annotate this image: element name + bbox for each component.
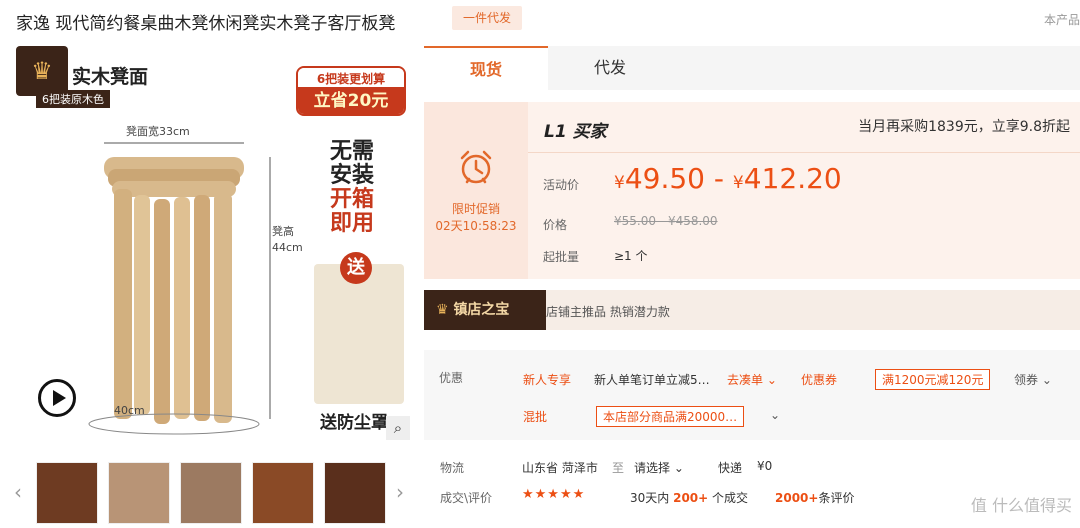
review-number: 2000+ [775, 491, 819, 505]
new-user-offer: 新人单笔订单立减5… [594, 373, 710, 387]
get-coupon-text: 领券 [1014, 373, 1039, 387]
tab-dropship[interactable]: 代发 [548, 46, 672, 90]
countdown-time: 02天10:58:23 [435, 219, 517, 233]
thumbnail[interactable] [108, 462, 170, 524]
watermark: 值 什么值得买 [970, 496, 1072, 515]
shipping-to: 至 [612, 461, 625, 475]
crown-icon: ♛ [436, 302, 454, 318]
product-title: 家逸 现代简约餐桌曲木凳休闲凳实木凳子客厅板凳 [16, 14, 396, 34]
price-panel: 限时促销 02天10:58:23 L1 买家 当月再采购1839元，立享9.8折… [424, 102, 1080, 279]
alarm-clock-icon [460, 150, 492, 184]
get-coupon-button[interactable]: 领券 ⌄ [1014, 371, 1052, 388]
stock-tabs: 现货 代发 [424, 46, 1080, 90]
image-subtitle: 6把装原木色 [36, 90, 110, 108]
activity-price: ¥49.50 - ¥412.20 [614, 162, 842, 195]
thumbnail[interactable] [252, 462, 314, 524]
header-right-text: 本产品 [1043, 13, 1080, 27]
thumbnail-strip: ‹ › [14, 460, 414, 524]
chevron-down-icon[interactable]: ⌄ [770, 408, 780, 422]
shipping-method: 快递 [718, 461, 743, 475]
offer-label: 优惠 [439, 371, 464, 385]
gift-label: 送防尘罩 [320, 413, 388, 433]
star-rating-icon: ★★★★★ [522, 487, 586, 502]
buyer-level: L1 买家 [544, 122, 607, 142]
bundle-link[interactable]: 去凑单 ⌄ [727, 371, 777, 388]
dust-cover-image [314, 264, 404, 404]
offer-panel: 优惠 新人专享 新人单笔订单立减5… 去凑单 ⌄ 优惠券 满1200元减120元… [424, 350, 1080, 440]
review-count[interactable]: 2000+条评价 [775, 489, 854, 506]
review-suffix: 条评价 [818, 491, 855, 505]
dimension-base: 40cm [114, 404, 145, 417]
activity-price-label: 活动价 [543, 178, 580, 192]
coupon-value[interactable]: 满1200元减120元 [875, 369, 991, 390]
dimension-height: 凳高44cm [272, 225, 303, 254]
dropship-badge[interactable]: 一件代发 [452, 6, 522, 30]
moq-value: ≥1 个 [614, 249, 648, 263]
sales-count: 30天内 200+ 个成交 [630, 489, 748, 506]
open-box-text: 开箱即用 [330, 187, 375, 236]
thumbnail[interactable] [324, 462, 386, 524]
shop-treasure-bar[interactable]: ♛ 镇店之宝 店铺主推品 热销潜力款 [424, 290, 1080, 330]
promo-bottom-text: 立省20元 [298, 87, 404, 114]
promo-banner: 6把装更划算 立省20元 [296, 66, 406, 116]
thumbnail[interactable] [180, 462, 242, 524]
reviews-label: 成交\评价 [440, 491, 493, 505]
destination-select[interactable]: 请选择 ⌄ [634, 459, 684, 476]
play-video-icon[interactable] [38, 379, 76, 417]
price-label: 价格 [543, 218, 568, 232]
no-setup-text: 无需安装 [330, 139, 375, 188]
shipping-fee: ¥0 [757, 459, 773, 473]
shipping-label: 物流 [440, 461, 465, 475]
countdown-box: 限时促销 02天10:58:23 [424, 102, 528, 279]
zoom-icon[interactable]: ⌕ [386, 416, 410, 440]
sales-suffix: 个成交 [712, 491, 749, 505]
currency: ¥ [614, 173, 625, 193]
shop-bar-tags: 店铺主推品 热销潜力款 [546, 305, 670, 319]
price-high: 412.20 [743, 162, 842, 195]
original-price: ¥55.00 - ¥458.00 [614, 214, 718, 228]
tab-in-stock[interactable]: 现货 [424, 46, 548, 90]
crown-logo-icon: ♛ [16, 46, 68, 96]
feature-no-setup: 无需安装 开箱即用 [330, 140, 390, 236]
promo-top-text: 6把装更划算 [298, 68, 404, 87]
currency: ¥ [732, 173, 744, 193]
mixed-batch-tag: 混批 [523, 410, 548, 424]
mixed-batch-value[interactable]: 本店部分商品满20000… [596, 406, 745, 427]
stool-illustration [88, 142, 271, 435]
title-bar: 家逸 现代简约餐桌曲木凳休闲凳实木凳子客厅板凳 一件代发 本产品 [0, 0, 1080, 40]
gift-tag: 送 [340, 252, 372, 284]
bundle-link-text: 去凑单 [727, 373, 764, 387]
new-user-tag: 新人专享 [523, 373, 572, 387]
prev-arrow-icon[interactable]: ‹ [14, 480, 22, 504]
image-title: 实木凳面 [72, 66, 149, 88]
sales-number: 200+ [673, 491, 709, 505]
sales-prefix: 30天内 [630, 491, 670, 505]
thumbnail[interactable] [36, 462, 98, 524]
shipping-row: 物流 山东省 菏泽市 至 请选择 ⌄ 快递 ¥0 [424, 452, 1080, 482]
buyer-offer: 当月再采购1839元，立享9.8折起 [858, 119, 1070, 135]
dimension-width: 凳面宽33cm [126, 125, 190, 138]
coupon-tag: 优惠券 [801, 373, 838, 387]
countdown-label: 限时促销 [451, 202, 500, 216]
shop-treasure-badge: ♛ 镇店之宝 [424, 290, 546, 330]
moq-label: 起批量 [543, 250, 580, 264]
product-image[interactable]: ♛ 实木凳面 6把装原木色 6把装更划算 立省20元 凳面宽33cm 凳高44c… [14, 44, 414, 444]
price-low: 49.50 [624, 162, 705, 195]
shop-treasure-text: 镇店之宝 [453, 302, 510, 318]
next-arrow-icon[interactable]: › [396, 480, 404, 504]
shipping-origin: 山东省 菏泽市 [522, 461, 598, 475]
divider [528, 152, 1080, 153]
destination-text: 请选择 [634, 461, 671, 475]
